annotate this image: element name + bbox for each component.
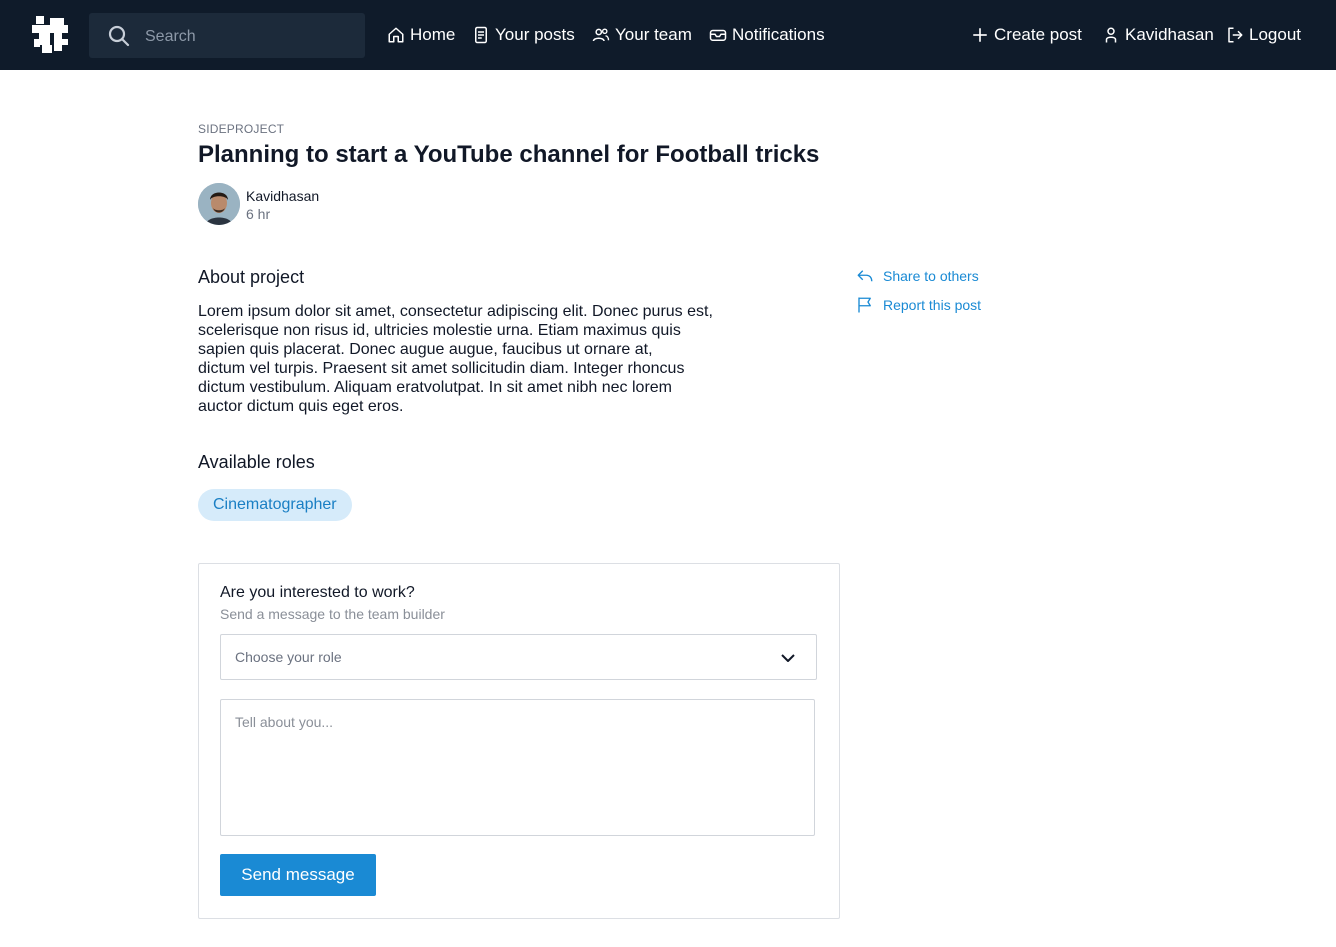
logout-button[interactable]: Logout [1226,22,1301,48]
apply-card-subtitle: Send a message to the team builder [220,606,445,622]
role-select-placeholder: Choose your role [235,649,342,665]
post-timestamp: 6 hr [246,206,271,222]
apply-card: Are you interested to work? Send a messa… [198,563,840,919]
user-profile-link[interactable]: Kavidhasan [1102,22,1214,48]
nav-your-posts[interactable]: Your posts [472,22,575,48]
report-link[interactable]: Report this post [856,296,981,314]
nav-your-team-label: Your team [615,25,692,44]
nav-home-label: Home [410,25,456,44]
role-chip[interactable]: Cinematographer [198,489,352,521]
role-select[interactable]: Choose your role [220,634,817,680]
logout-icon [1228,27,1243,43]
avatar-image [198,183,240,225]
user-name-label: Kavidhasan [1125,25,1214,44]
nav-notifications[interactable]: Notifications [709,22,825,48]
post-title: Planning to start a YouTube channel for … [198,141,820,168]
nav-your-team[interactable]: Your team [592,22,692,48]
apply-card-title: Are you interested to work? [220,584,415,601]
plus-icon [973,28,987,42]
logout-label: Logout [1249,25,1301,44]
message-textarea[interactable] [220,699,815,836]
share-link[interactable]: Share to others [856,267,979,285]
author-name[interactable]: Kavidhasan [246,188,319,204]
share-reply-icon [857,270,873,282]
post-category: SIDEPROJECT [198,122,285,136]
search-input[interactable] [143,13,357,60]
nav-your-posts-label: Your posts [495,25,575,44]
home-icon [388,27,404,43]
available-roles-heading: Available roles [198,452,315,472]
about-project-heading: About project [198,267,305,287]
share-label: Share to others [883,268,979,284]
team-icon [592,28,610,42]
create-post-label: Create post [994,25,1082,44]
nav-notifications-label: Notifications [732,25,825,44]
create-post-button[interactable]: Create post [971,22,1082,48]
about-project-text: Lorem ipsum dolor sit amet, consectetur … [198,303,713,415]
report-label: Report this post [883,297,982,313]
inbox-icon [709,29,727,41]
search-icon [108,25,130,47]
top-navbar: Home Your posts Your team Notifications [0,0,1336,70]
search-box[interactable] [89,13,365,60]
flag-icon [858,297,871,313]
user-icon [1105,27,1117,43]
avatar[interactable] [198,183,240,225]
app-logo-icon[interactable] [30,15,70,55]
nav-home[interactable]: Home [387,22,455,48]
send-message-button[interactable]: Send message [220,854,376,896]
chevron-down-icon [781,654,795,662]
document-icon [475,26,487,44]
